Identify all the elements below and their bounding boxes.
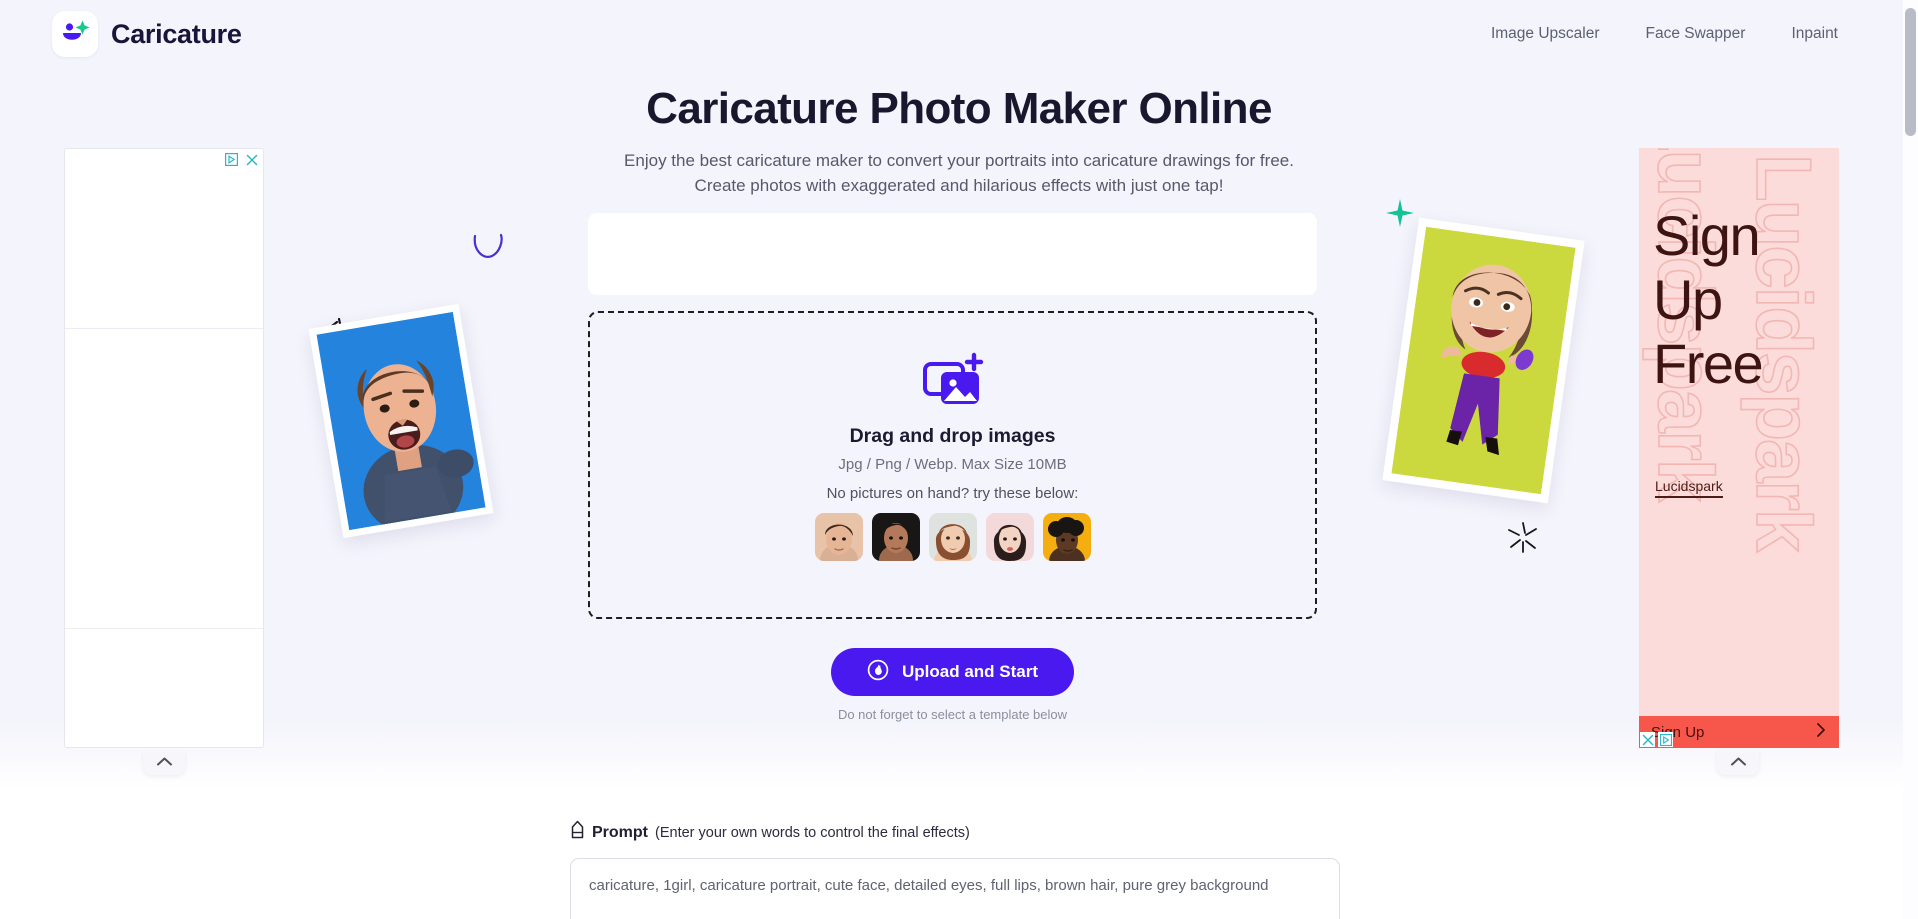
right-ad-collapse-button[interactable] <box>1717 750 1759 775</box>
prompt-label-text: Prompt <box>592 823 648 841</box>
prompt-label: Prompt (Enter your own words to control … <box>570 820 1340 845</box>
right-ad-controls <box>1640 732 1673 747</box>
site-header: Caricature Image Upscaler Face Swapper I… <box>0 0 1918 68</box>
chevron-up-icon <box>156 754 173 772</box>
nav-item-image-upscaler[interactable]: Image Upscaler <box>1491 25 1600 43</box>
ad-brand-link[interactable]: Lucidspark <box>1655 478 1723 498</box>
sample-hint: No pictures on hand? try these below: <box>826 484 1079 502</box>
cta-note: Do not forget to select a template below <box>837 707 1068 722</box>
sample-portrait-5[interactable] <box>1042 512 1091 561</box>
upload-and-start-button[interactable]: Upload and Start <box>830 648 1074 696</box>
sample-portrait-2[interactable] <box>871 512 920 561</box>
ad-headline: Sign Up Free <box>1653 204 1764 396</box>
dropzone-title: Drag and drop images <box>849 424 1056 447</box>
dropzone-formats: Jpg / Png / Webp. Max Size 10MB <box>838 455 1067 473</box>
dropzone[interactable]: Drag and drop images Jpg / Png / Webp. M… <box>588 311 1317 619</box>
upload-section: Drag and drop images Jpg / Png / Webp. M… <box>588 213 1317 722</box>
add-images-icon <box>922 352 984 413</box>
nav-item-face-swapper[interactable]: Face Swapper <box>1646 25 1746 43</box>
ad-close-icon[interactable] <box>244 152 259 167</box>
left-ad-mid-slot <box>65 329 263 629</box>
caricature-smiley-logo-icon <box>52 11 98 57</box>
sample-portrait-1[interactable] <box>814 512 863 561</box>
prompt-label-hint: (Enter your own words to control the fin… <box>655 824 970 841</box>
brand-logo-link[interactable]: Caricature <box>52 11 242 57</box>
subtitle-line-2: Create photos with exaggerated and hilar… <box>694 176 1224 195</box>
page-title: Caricature Photo Maker Online <box>646 84 1272 133</box>
brand-name: Caricature <box>111 18 242 49</box>
prompt-input[interactable] <box>570 858 1340 919</box>
page-root: Caricature Image Upscaler Face Swapper I… <box>0 0 1918 919</box>
right-ad-canvas: Lucidspark Lucidspark Sign Up Free Lucid… <box>1639 148 1839 748</box>
right-advertisement[interactable]: Lucidspark Lucidspark Sign Up Free Lucid… <box>1639 148 1839 748</box>
nav-item-inpaint[interactable]: Inpaint <box>1791 25 1838 43</box>
main-nav: Image Upscaler Face Swapper Inpaint <box>1491 25 1838 43</box>
left-advertisement[interactable] <box>64 148 264 748</box>
chevron-right-icon <box>1815 722 1827 742</box>
ad-choices-icon[interactable] <box>1658 732 1673 747</box>
left-ad-top-slot <box>65 149 263 329</box>
sample-portrait-3[interactable] <box>928 512 977 561</box>
left-ad-controls <box>224 152 259 167</box>
page-subtitle: Enjoy the best caricature maker to conve… <box>0 148 1918 198</box>
left-ad-collapse-button[interactable] <box>143 750 185 775</box>
cta-area: Upload and Start Do not forget to select… <box>588 648 1317 722</box>
ad-headline-line-1: Sign <box>1653 204 1761 267</box>
page-scrollbar-track[interactable] <box>1903 0 1918 919</box>
prompt-section: Prompt (Enter your own words to control … <box>570 820 1340 919</box>
page-scrollbar-thumb[interactable] <box>1905 8 1916 136</box>
sample-images-row <box>814 512 1091 561</box>
chevron-up-icon <box>1730 754 1747 772</box>
ad-close-icon[interactable] <box>1640 732 1655 747</box>
ad-headline-line-2: Up <box>1653 268 1723 331</box>
flame-circle-icon <box>867 659 889 686</box>
pencil-icon <box>570 820 585 845</box>
sample-portrait-4[interactable] <box>985 512 1034 561</box>
ad-headline-line-3: Free <box>1653 332 1764 395</box>
ad-choices-icon[interactable] <box>224 152 239 167</box>
image-preview-panel <box>588 213 1317 295</box>
subtitle-line-1: Enjoy the best caricature maker to conve… <box>624 151 1294 170</box>
upload-and-start-label: Upload and Start <box>901 662 1038 681</box>
